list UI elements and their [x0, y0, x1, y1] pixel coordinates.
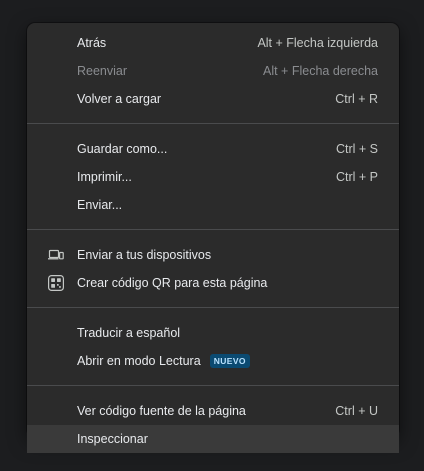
menu-item-label: Abrir en modo Lectura — [77, 354, 201, 368]
menu-item-reading-mode[interactable]: Abrir en modo Lectura NUEVO — [27, 347, 399, 375]
laptop-phone-icon — [47, 247, 65, 263]
menu-item-cast[interactable]: Enviar... — [27, 191, 399, 219]
menu-item-view-source[interactable]: Ver código fuente de la página Ctrl + U — [27, 397, 399, 425]
menu-item-translate[interactable]: Traducir a español — [27, 319, 399, 347]
menu-item-save-as[interactable]: Guardar como... Ctrl + S — [27, 135, 399, 163]
menu-separator — [27, 385, 399, 386]
menu-item-forward: Reenviar Alt + Flecha derecha — [27, 57, 399, 85]
menu-item-shortcut: Ctrl + P — [335, 170, 378, 184]
menu-item-shortcut: Alt + Flecha derecha — [263, 64, 378, 78]
menu-item-label: Guardar como... — [77, 142, 168, 156]
menu-item-label: Traducir a español — [77, 326, 181, 340]
menu-item-reload[interactable]: Volver a cargar Ctrl + R — [27, 85, 399, 113]
new-badge: NUEVO — [209, 354, 250, 368]
menu-separator — [27, 123, 399, 124]
menu-item-shortcut: Ctrl + S — [335, 142, 378, 156]
menu-separator — [27, 229, 399, 230]
menu-item-label: Enviar a tus dispositivos — [77, 248, 212, 262]
menu-item-shortcut: Ctrl + U — [335, 404, 378, 418]
menu-item-label: Enviar... — [77, 198, 123, 212]
menu-item-send-to-devices[interactable]: Enviar a tus dispositivos — [27, 241, 399, 269]
menu-item-label: Volver a cargar — [77, 92, 162, 106]
menu-item-create-qr[interactable]: Crear código QR para esta página — [27, 269, 399, 297]
qr-code-icon — [47, 275, 65, 292]
menu-item-label: Reenviar — [77, 64, 128, 78]
menu-item-label: Ver código fuente de la página — [77, 404, 246, 418]
menu-separator — [27, 307, 399, 308]
menu-item-label: Imprimir... — [77, 170, 132, 184]
menu-item-shortcut: Ctrl + R — [335, 92, 378, 106]
menu-item-label: Crear código QR para esta página — [77, 276, 268, 290]
menu-item-print[interactable]: Imprimir... Ctrl + P — [27, 163, 399, 191]
menu-item-label: Inspeccionar — [77, 432, 148, 446]
context-menu: Atrás Alt + Flecha izquierda Reenviar Al… — [27, 23, 399, 453]
menu-item-back[interactable]: Atrás Alt + Flecha izquierda — [27, 29, 399, 57]
menu-item-label: Atrás — [77, 36, 107, 50]
menu-item-shortcut: Alt + Flecha izquierda — [257, 36, 378, 50]
menu-item-inspect[interactable]: Inspeccionar — [27, 425, 399, 453]
